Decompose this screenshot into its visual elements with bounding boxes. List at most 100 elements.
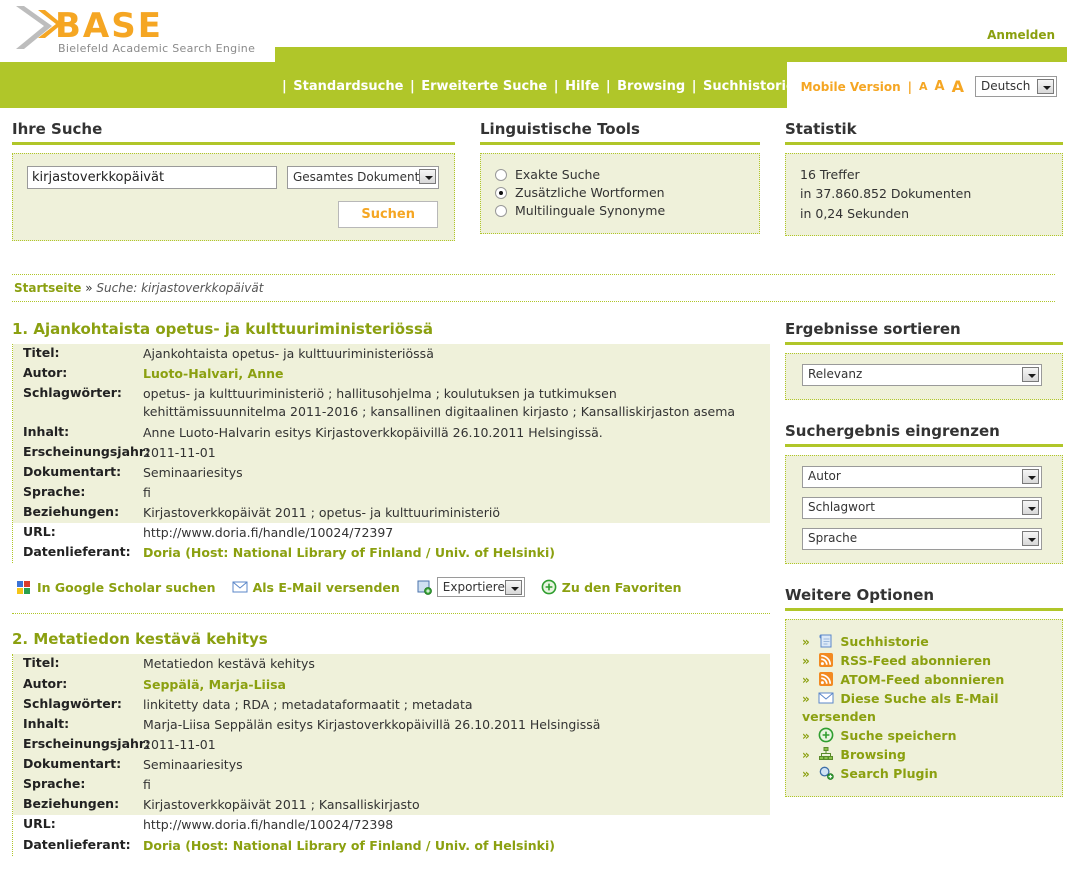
- field-value-provider-link[interactable]: Doria (Host: National Library of Finland…: [143, 837, 563, 855]
- favorites-label: Zu den Favoriten: [561, 579, 682, 595]
- result-metadata-shaded: Titel: Ajankohtaista opetus- ja kulttuur…: [13, 344, 770, 524]
- table-row: Erscheinungsjahr: 2011-11-01: [13, 735, 770, 755]
- field-value-url[interactable]: http://www.doria.fi/handle/10024/72397: [143, 524, 401, 542]
- option-label-search-plugin[interactable]: Search Plugin: [840, 766, 937, 781]
- radio-label-zusaetzliche-wortformen: Zusätzliche Wortformen: [515, 185, 665, 200]
- field-value: 2011-11-01: [143, 736, 216, 752]
- option-label-browsing[interactable]: Browsing: [840, 747, 905, 762]
- nav-item-suchhistorie[interactable]: Suchhistorie: [703, 79, 795, 94]
- language-select[interactable]: Deutsch: [975, 76, 1057, 97]
- option-label-rss-feed[interactable]: RSS-Feed abonnieren: [840, 653, 991, 668]
- refine-select-schlagwort[interactable]: Schlagwort: [802, 497, 1042, 519]
- list-item[interactable]: » RSS-Feed abonnieren: [802, 652, 1052, 670]
- list-item[interactable]: » Diese Suche als E-Mail versenden: [802, 690, 1052, 726]
- result-metadata-shaded: Titel: Metatiedon kestävä kehitys Autor:…: [13, 654, 770, 816]
- field-label: URL:: [23, 524, 56, 540]
- field-value-author-link[interactable]: Luoto-Halvari, Anne: [143, 365, 291, 383]
- more-options-rule: [785, 608, 1063, 611]
- result-title-link[interactable]: 1. Ajankohtaista opetus- ja kulttuurimin…: [12, 320, 770, 338]
- field-value: Kirjastoverkkopäivät 2011 ; Kansalliskir…: [143, 797, 420, 813]
- chevron-right-icon: »: [802, 729, 810, 744]
- header-green-band: [275, 47, 1067, 62]
- export-format-select[interactable]: Exportieren: [436, 577, 525, 598]
- chevron-down-icon: [1037, 79, 1054, 94]
- login-link[interactable]: Anmelden: [987, 28, 1055, 42]
- table-row: Dokumentart: Seminaariesitys: [13, 463, 770, 483]
- field-label: Autor:: [23, 675, 68, 691]
- header-utility-bar: Mobile Version | A A A Deutsch: [801, 76, 1057, 97]
- logo-subtitle: Bielefeld Academic Search Engine: [58, 42, 256, 55]
- list-item[interactable]: » Browsing: [802, 746, 1052, 764]
- field-value: Marja-Liisa Seppälän esitys Kirjastoverk…: [143, 716, 601, 732]
- radio-icon-zusaetzliche-wortformen[interactable]: [495, 186, 507, 199]
- chevron-down-icon: [1022, 500, 1039, 515]
- breadcrumb-home-link[interactable]: Startseite: [14, 281, 81, 295]
- result-title-link[interactable]: 2. Metatiedon kestävä kehitys: [12, 630, 770, 648]
- nav-sep-3: |: [605, 79, 611, 94]
- table-row: Titel: Metatiedon kestävä kehitys: [13, 654, 770, 674]
- radio-option-multilinguale-synonyme[interactable]: Multilinguale Synonyme: [495, 203, 747, 218]
- field-value: Ajankohtaista opetus- ja kulttuuriminist…: [143, 346, 434, 361]
- chevron-right-icon: »: [802, 748, 810, 763]
- add-to-favorites-action[interactable]: Zu den Favoriten: [541, 579, 682, 595]
- sort-rule: [785, 342, 1063, 345]
- table-row: Beziehungen: Kirjastoverkkopäivät 2011 ;…: [13, 795, 770, 815]
- primary-nav: | Standardsuche | Erweiterte Suche | Hil…: [280, 79, 808, 94]
- rss-icon: [818, 672, 833, 687]
- sort-select[interactable]: Relevanz: [802, 364, 1042, 386]
- linguistic-tools-panel: Linguistische Tools Exakte Suche Zusätzl…: [480, 120, 760, 234]
- more-options-box: » Suchhistorie » RSS-Feed abonnieren » A…: [785, 619, 1063, 798]
- radio-icon-multilinguale-synonyme[interactable]: [495, 204, 507, 217]
- field-value-author-link[interactable]: Seppälä, Marja-Liisa: [143, 676, 294, 694]
- chevron-down-icon: [1022, 367, 1039, 382]
- radio-option-zusaetzliche-wortformen[interactable]: Zusätzliche Wortformen: [495, 185, 747, 200]
- list-item[interactable]: » ATOM-Feed abonnieren: [802, 671, 1052, 689]
- field-value: fi: [143, 777, 151, 793]
- table-row: Datenlieferant: Doria (Host: National Li…: [13, 836, 770, 856]
- font-size-large-button[interactable]: A: [952, 77, 964, 96]
- option-label-atom-feed[interactable]: ATOM-Feed abonnieren: [840, 672, 1004, 687]
- refine-select-autor[interactable]: Autor: [802, 466, 1042, 488]
- statistics-panel-rule: [785, 142, 1063, 145]
- field-value: Kirjastoverkkopäivät 2011 ; opetus- ja k…: [143, 505, 500, 520]
- chevron-down-icon: [504, 580, 522, 596]
- option-label-save-search[interactable]: Suche speichern: [840, 728, 956, 743]
- search-submit-button[interactable]: Suchen: [338, 201, 438, 228]
- list-item[interactable]: » Suche speichern: [802, 727, 1052, 745]
- plus-circle-icon: [541, 579, 557, 595]
- list-item[interactable]: » Search Plugin: [802, 765, 1052, 783]
- google-scholar-action[interactable]: In Google Scholar suchen: [16, 579, 216, 595]
- sort-heading: Ergebnisse sortieren: [785, 320, 961, 338]
- field-value: Seminaariesitys: [143, 464, 243, 480]
- font-size-small-button[interactable]: A: [919, 80, 928, 93]
- field-value: Anne Luoto-Halvarin esitys Kirjastoverkk…: [143, 424, 603, 440]
- export-action[interactable]: Exportieren: [416, 577, 525, 598]
- radio-icon-exakte-suche[interactable]: [495, 168, 507, 181]
- nav-sep-1: |: [409, 79, 415, 94]
- option-label-suchhistorie[interactable]: Suchhistorie: [840, 634, 928, 649]
- nav-item-erweiterte-suche[interactable]: Erweiterte Suche: [421, 79, 547, 94]
- more-options-list: » Suchhistorie » RSS-Feed abonnieren » A…: [786, 620, 1062, 796]
- refine-heading: Suchergebnis eingrenzen: [785, 422, 1000, 440]
- search-input[interactable]: [27, 166, 277, 189]
- table-row: Inhalt: Anne Luoto-Halvarin esitys Kirja…: [13, 423, 770, 443]
- stat-line-documents: in 37.860.852 Dokumenten: [800, 186, 972, 202]
- nav-item-standardsuche[interactable]: Standardsuche: [293, 79, 403, 94]
- list-item[interactable]: » Suchhistorie: [802, 633, 1052, 651]
- field-value-provider-link[interactable]: Doria (Host: National Library of Finland…: [143, 544, 563, 562]
- nav-item-hilfe[interactable]: Hilfe: [565, 79, 599, 94]
- field-label: Datenlieferant:: [23, 544, 131, 560]
- mobile-version-link[interactable]: Mobile Version: [801, 80, 901, 94]
- field-value-url[interactable]: http://www.doria.fi/handle/10024/72398: [143, 816, 401, 834]
- nav-item-browsing[interactable]: Browsing: [617, 79, 685, 94]
- site-header: BASE Bielefeld Academic Search Engine An…: [0, 0, 1067, 108]
- plus-circle-icon: [818, 727, 833, 743]
- refine-select-sprache[interactable]: Sprache: [802, 528, 1042, 550]
- field-label: Inhalt:: [23, 715, 70, 731]
- radio-option-exakte-suche[interactable]: Exakte Suche: [495, 167, 747, 182]
- search-scope-select[interactable]: Gesamtes Dokument: [287, 166, 439, 189]
- font-size-medium-button[interactable]: A: [935, 79, 945, 94]
- site-logo[interactable]: BASE Bielefeld Academic Search Engine: [0, 0, 275, 62]
- envelope-icon: [818, 692, 834, 704]
- email-action[interactable]: Als E-Mail versenden: [232, 579, 400, 595]
